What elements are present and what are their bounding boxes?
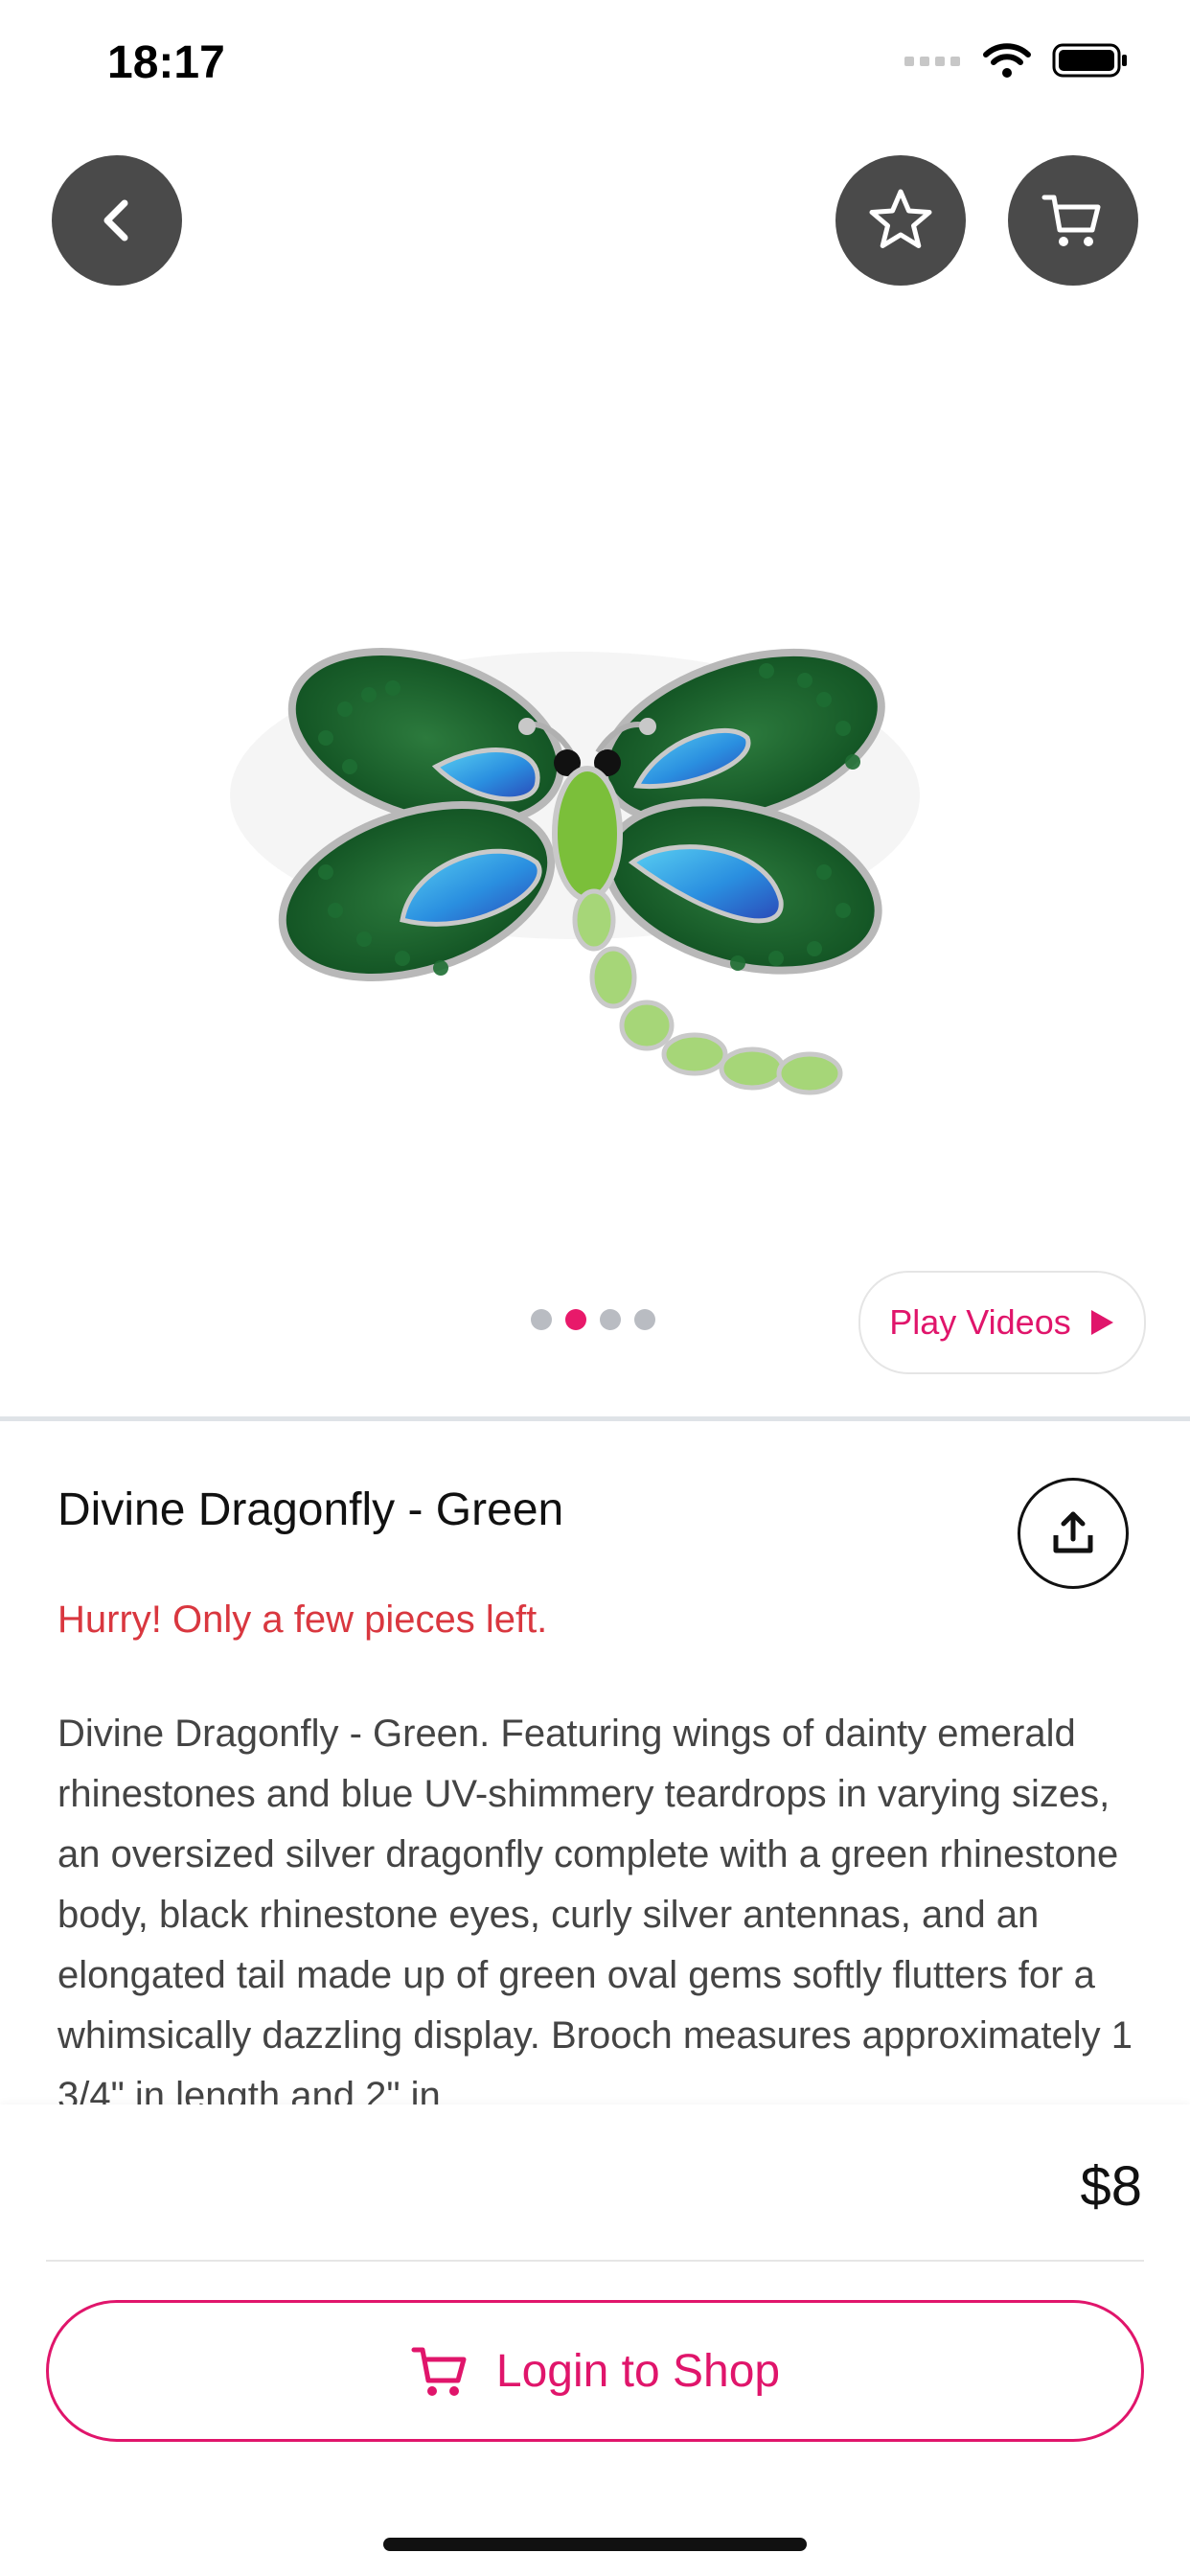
page-dot[interactable] <box>531 1309 552 1330</box>
page-dot[interactable] <box>634 1309 655 1330</box>
page-dot[interactable] <box>600 1309 621 1330</box>
product-title: Divine Dragonfly - Green <box>57 1484 564 1535</box>
favorite-button[interactable] <box>835 155 966 286</box>
status-icons <box>904 42 1129 79</box>
status-bar: 18:17 <box>0 0 1190 134</box>
login-to-shop-label: Login to Shop <box>495 2345 781 2397</box>
purchase-panel: $8 Login to Shop <box>0 2104 1190 2576</box>
play-icon <box>1090 1310 1113 1335</box>
share-button[interactable] <box>1018 1478 1129 1589</box>
product-image[interactable] <box>0 288 1190 1284</box>
battery-icon <box>1052 43 1127 78</box>
page-dot-active[interactable] <box>565 1309 586 1330</box>
status-time: 18:17 <box>107 37 225 88</box>
chevron-left-icon <box>103 199 128 242</box>
cart-icon <box>411 2347 467 2396</box>
play-videos-label: Play Videos <box>889 1302 1071 1342</box>
login-to-shop-button[interactable]: Login to Shop <box>46 2300 1144 2442</box>
cart-button[interactable] <box>1008 155 1138 286</box>
signal-icon <box>904 57 960 66</box>
home-indicator[interactable] <box>383 2538 807 2551</box>
price: $8 <box>1080 2155 1142 2218</box>
star-icon <box>869 189 932 248</box>
play-videos-button[interactable]: Play Videos <box>858 1271 1146 1374</box>
wifi-icon <box>983 43 1031 78</box>
share-icon <box>1053 1511 1093 1553</box>
stock-warning: Hurry! Only a few pieces left. <box>57 1598 548 1641</box>
back-button[interactable] <box>52 155 182 286</box>
image-pagination[interactable] <box>531 1309 655 1330</box>
section-divider <box>0 1416 1190 1421</box>
panel-divider <box>46 2260 1144 2262</box>
dragonfly-brooch-image <box>230 648 920 1095</box>
product-description: Divine Dragonfly - Green. Featuring wing… <box>57 1713 1133 2106</box>
cart-icon <box>1041 195 1101 246</box>
